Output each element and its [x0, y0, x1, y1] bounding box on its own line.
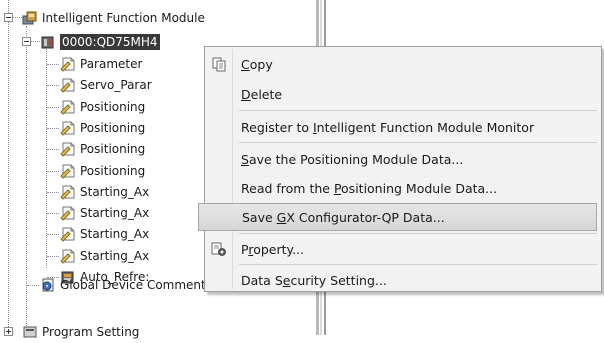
- menu-item-label: Copy: [241, 56, 273, 72]
- parameter-file-icon: [60, 100, 75, 115]
- parameter-file-icon: [60, 206, 75, 221]
- module-icon: [41, 36, 54, 49]
- menu-item-label: Register to Intelligent Function Module …: [241, 119, 535, 135]
- tree-node-label: Positioning: [80, 164, 146, 178]
- context-menu: Copy Delete Register to Intelligent Func…: [198, 46, 602, 294]
- property-icon: [211, 242, 226, 256]
- tree-node-module[interactable]: 0000:QD75MH4: [40, 31, 160, 53]
- menu-item-read-positioning-data[interactable]: Read from the Positioning Module Data...: [207, 174, 599, 202]
- parameter-file-icon: [60, 164, 75, 179]
- tree-connector: [47, 85, 59, 86]
- tree-node-label: Starting_Ax: [80, 227, 150, 241]
- menu-item-copy[interactable]: Copy: [207, 50, 599, 78]
- menu-item-save-gx-configurator[interactable]: Save GX Configurator-QP Data...: [198, 203, 597, 231]
- menu-separator: [239, 142, 597, 143]
- tree-node-child[interactable]: Starting_Ax: [60, 223, 149, 245]
- tree-node-child[interactable]: Positioning: [60, 160, 145, 182]
- menu-item-label: Read from the Positioning Module Data...: [241, 180, 498, 196]
- tree-connector: [47, 171, 59, 172]
- menu-separator: [239, 110, 597, 111]
- tree-node-label: Servo_Parar: [80, 78, 152, 92]
- tree-node-global-device-comment[interactable]: Global Device Comment: [40, 274, 206, 296]
- tree-connector: [47, 107, 59, 108]
- tree-connector: [47, 149, 59, 150]
- menu-item-delete[interactable]: Delete: [207, 80, 599, 108]
- tree-node-label: Intelligent Function Module: [42, 11, 205, 25]
- tree-node-child[interactable]: Positioning: [60, 117, 145, 139]
- tree-connector: [47, 128, 59, 129]
- menu-item-property[interactable]: Property...: [207, 235, 599, 263]
- tree-node-child[interactable]: Starting_Ax: [60, 181, 149, 203]
- module-group-icon: [22, 11, 37, 25]
- tree-connector: [13, 17, 22, 18]
- parameter-file-icon: [60, 142, 75, 157]
- tree-connector: [47, 213, 59, 214]
- tree-guide-line: [26, 26, 27, 326]
- tree-connector: [47, 192, 59, 193]
- tree-node-label: 0000:QD75MH4: [60, 34, 160, 50]
- tree-node-label: Starting_Ax: [80, 185, 150, 199]
- tree-node-child[interactable]: Starting_Ax: [60, 202, 149, 224]
- tree-connector: [27, 285, 39, 286]
- tree-node-child[interactable]: Parameter: [60, 53, 142, 75]
- tree-node-intelligent-function-module[interactable]: Intelligent Function Module: [22, 7, 205, 29]
- parameter-file-icon: [60, 249, 75, 264]
- tree-node-label: Parameter: [80, 57, 143, 71]
- device-comment-icon: [42, 278, 54, 292]
- tree-node-label: Positioning: [80, 142, 146, 156]
- collapse-expander[interactable]: [22, 37, 31, 46]
- tree-node-label: Global Device Comment: [60, 278, 206, 292]
- menu-item-data-security-setting[interactable]: Data Security Setting...: [207, 266, 599, 294]
- parameter-file-icon: [60, 121, 75, 136]
- tree-node-child[interactable]: Starting_Ax: [60, 245, 149, 267]
- menu-item-label: Save the Positioning Module Data...: [241, 151, 464, 167]
- menu-separator: [239, 233, 597, 234]
- menu-separator: [239, 264, 597, 265]
- menu-item-label: Save GX Configurator-QP Data...: [242, 209, 445, 225]
- tree-node-label: Starting_Ax: [80, 206, 150, 220]
- tree-guide-line: [8, 0, 9, 335]
- tree-node-label: Program Setting: [42, 325, 140, 339]
- tree-connector: [47, 234, 59, 235]
- tree-connector: [47, 64, 59, 65]
- tree-node-child[interactable]: Positioning: [60, 138, 145, 160]
- tree-node-program-setting[interactable]: Program Setting: [22, 321, 139, 343]
- menu-item-register-monitor[interactable]: Register to Intelligent Function Module …: [207, 113, 599, 141]
- menu-item-label: Property...: [241, 241, 305, 257]
- tree-connector: [31, 41, 40, 42]
- tree-node-label: Starting_Ax: [80, 249, 150, 263]
- tree-node-label: Positioning: [80, 121, 146, 135]
- parameter-file-icon: [60, 185, 75, 200]
- parameter-file-icon: [60, 57, 75, 72]
- tree-connector: [47, 256, 59, 257]
- menu-item-label: Delete: [241, 86, 283, 102]
- parameter-file-icon: [60, 78, 75, 93]
- program-setting-icon: [23, 326, 37, 338]
- menu-item-label: Data Security Setting...: [241, 272, 387, 288]
- tree-node-child[interactable]: Positioning: [60, 96, 145, 118]
- parameter-file-icon: [60, 227, 75, 242]
- copy-icon: [212, 57, 226, 72]
- collapse-expander[interactable]: [4, 13, 13, 22]
- menu-item-save-positioning-data[interactable]: Save the Positioning Module Data...: [207, 145, 599, 173]
- tree-node-child[interactable]: Servo_Parar: [60, 74, 152, 96]
- tree-node-label: Positioning: [80, 100, 146, 114]
